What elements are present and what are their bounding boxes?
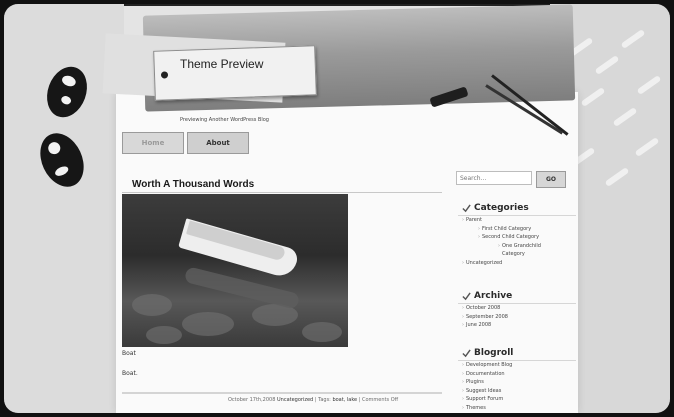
category-item-uncategorized[interactable]: › Uncategorized (462, 259, 541, 268)
site-title[interactable]: Theme Preview (180, 57, 263, 71)
blogroll-item-support-forum[interactable]: › Support Forum (462, 395, 512, 404)
blogroll-item-themes[interactable]: › Themes (462, 404, 512, 413)
chevron-right-icon: › (462, 305, 464, 311)
categories-widget-title: Categories (462, 203, 529, 213)
chevron-right-icon: › (462, 217, 464, 223)
categories-title-text: Categories (474, 203, 529, 213)
archive-item-september-2008[interactable]: › September 2008 (462, 313, 508, 322)
chevron-right-icon: › (462, 370, 464, 377)
tag-hole-icon (160, 71, 169, 79)
archive-list: › October 2008 › September 2008 › June 2008 (462, 304, 508, 330)
blogroll-title-text: Blogroll (474, 348, 514, 358)
site-description: Previewing Another WordPress Blog (180, 117, 269, 123)
post-date: October 17th,2008 (228, 397, 276, 403)
blogroll-list: › Development Blog › Documentation › Plugin… (462, 361, 512, 412)
search-go-button[interactable]: GO (536, 171, 566, 188)
chevron-right-icon: › (462, 362, 464, 368)
blogroll-item-plugins[interactable]: › Plugins (462, 378, 512, 387)
chevron-right-icon: › (462, 313, 464, 320)
blogroll-item-suggest-ideas[interactable]: › Suggest Ideas (462, 387, 512, 396)
chevron-right-icon: › (462, 396, 464, 402)
archive-title-text: Archive (474, 291, 513, 301)
chevron-right-icon: › (462, 379, 464, 385)
meta-divider (122, 392, 442, 394)
nav-home-button[interactable]: Home (122, 132, 184, 154)
chevron-right-icon: › (462, 322, 464, 328)
category-item-first-child[interactable]: › First Child Category (462, 225, 541, 234)
chevron-right-icon: › (462, 387, 464, 394)
post-tags-label: | Tags: (314, 397, 331, 403)
search-input[interactable] (456, 171, 532, 185)
blogroll-widget-title: Blogroll (462, 348, 513, 358)
blogroll-item-documentation[interactable]: › Documentation (462, 370, 512, 379)
nav-about-button[interactable]: About (187, 132, 249, 154)
browser-viewport: Theme Preview Previewing Another WordPre… (4, 4, 670, 413)
blogroll-item-development-blog[interactable]: › Development Blog (462, 361, 512, 370)
categories-list: › Parent › First Child Category › Second Ch… (462, 216, 541, 267)
category-item-grandchild-cont[interactable]: Category (462, 250, 541, 259)
checkmark-icon (462, 203, 471, 212)
title-divider (122, 192, 442, 193)
chevron-right-icon: › (498, 242, 500, 249)
post-comments-status: | Comments Off (358, 397, 399, 403)
chevron-right-icon: › (462, 259, 464, 266)
archive-item-june-2008[interactable]: › June 2008 (462, 321, 508, 330)
archive-item-october-2008[interactable]: › October 2008 (462, 304, 508, 313)
post-excerpt: Boat. (122, 370, 138, 377)
chevron-right-icon: › (478, 234, 480, 240)
post-category-link[interactable]: Uncategorized (277, 397, 313, 403)
post-image-boat[interactable] (122, 194, 348, 347)
category-item-parent[interactable]: › Parent (462, 216, 541, 225)
post-title[interactable]: Worth A Thousand Words (132, 179, 254, 190)
post-meta: October 17th,2008 Uncategorized | Tags: … (228, 397, 398, 403)
archive-widget-title: Archive (462, 291, 512, 301)
post-tags-link[interactable]: boat, lake (332, 397, 357, 403)
chevron-right-icon: › (478, 225, 480, 232)
chevron-right-icon: › (462, 404, 464, 411)
checkmark-icon (462, 348, 471, 357)
category-item-grandchild[interactable]: › One Grandchild (462, 242, 541, 251)
image-caption: Boat (122, 350, 136, 357)
checkmark-icon (462, 291, 471, 300)
category-item-second-child[interactable]: › Second Child Category (462, 233, 541, 242)
title-tag (153, 45, 317, 101)
